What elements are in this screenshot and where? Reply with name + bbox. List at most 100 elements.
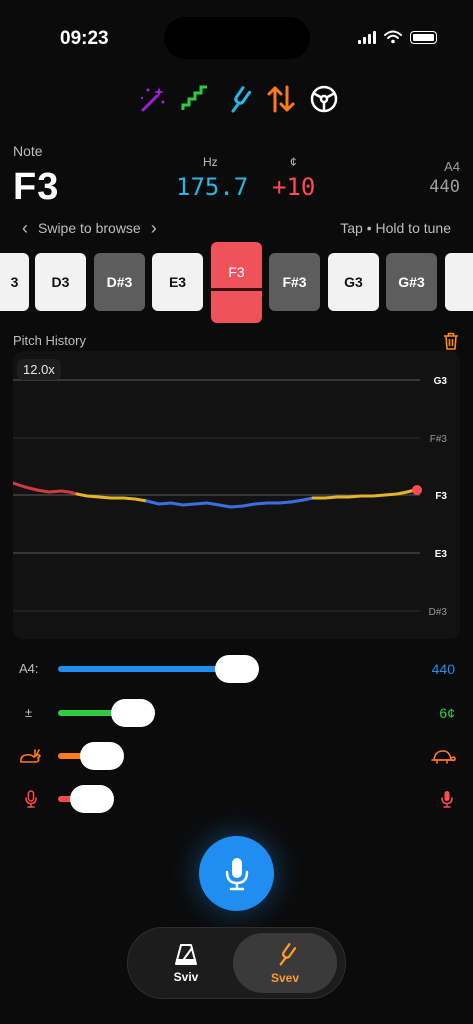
pitch-trace-segment: [85, 494, 101, 499]
pitch-trace-segment: [301, 496, 315, 502]
note-gridline-label: G3: [434, 376, 448, 387]
mic-small-icon: [25, 790, 37, 808]
speed-slider-thumb[interactable]: [80, 742, 124, 770]
note-key-label: F#3: [282, 274, 307, 290]
note-key-label: D#3: [106, 274, 133, 290]
magic-wand-icon: [140, 87, 165, 112]
pitch-trace-segment: [277, 500, 293, 505]
pitch-trace-segment: [169, 501, 185, 507]
record-button[interactable]: [199, 836, 274, 911]
rabbit-icon: [20, 749, 41, 763]
cents-label: ¢: [290, 155, 297, 169]
stairs-icon: [181, 85, 207, 110]
note-key[interactable]: F#3: [269, 253, 320, 311]
pitch-trace-segment: [253, 501, 269, 506]
speed-slider-row: [0, 741, 473, 771]
note-key-selected[interactable]: F3: [211, 242, 262, 323]
frequency-value: 175.7: [176, 173, 249, 201]
chevron-right-icon[interactable]: ›: [151, 219, 157, 237]
pitch-trace-segment: [323, 495, 339, 500]
note-key-label: E3: [168, 274, 187, 290]
tolerance-slider-thumb[interactable]: [111, 699, 155, 727]
pitch-history-title: Pitch History: [13, 333, 86, 348]
note-key-label: F3: [228, 264, 245, 280]
a4-slider-value: 440: [431, 661, 455, 677]
tuning-fork-icon: [279, 943, 297, 966]
sensitivity-slider-thumb[interactable]: [70, 785, 114, 813]
pitch-trace-segment: [289, 498, 305, 504]
pitch-trace-segment: [371, 493, 387, 498]
battery-icon: [410, 30, 437, 44]
note-key[interactable]: E3: [152, 253, 203, 311]
stairs-button[interactable]: [178, 82, 212, 116]
browse-hint: ‹ Swipe to browse ›: [22, 219, 157, 237]
pitch-trace-segment: [35, 488, 51, 494]
mic-small-icon: [441, 791, 453, 808]
tab-sviv[interactable]: Sviv: [134, 933, 238, 993]
cellular-signal-icon: [358, 30, 376, 44]
sensitivity-slider-row: [0, 784, 473, 814]
note-gridline-label: D#3: [429, 607, 448, 618]
note-key-label: G#3: [398, 274, 425, 290]
pitch-trace-segment: [121, 496, 137, 501]
pitch-trace-segment: [97, 495, 113, 500]
tab-svev-label: Svev: [270, 971, 300, 985]
turtle-icon: [431, 750, 456, 764]
tolerance-slider-label: ±: [25, 705, 33, 720]
note-key-label: D3: [51, 274, 70, 290]
a4-slider-track[interactable]: [58, 666, 238, 672]
cents-value: +10: [272, 173, 316, 201]
note-key-label: 3: [10, 274, 19, 290]
swap-arrows-icon: [267, 85, 295, 113]
pitch-trace-segment: [217, 503, 233, 509]
tuning-fork-button[interactable]: [221, 82, 255, 116]
a4-reference-value: 440: [429, 177, 460, 197]
tolerance-slider-value: 6¢: [439, 705, 455, 721]
note-gridline-label: E3: [435, 549, 448, 560]
pitch-history-plot: G3 F#3 F3 E3 D#3: [13, 376, 448, 618]
status-icons: [358, 30, 437, 44]
a4-slider-thumb[interactable]: [215, 655, 259, 683]
tap-hold-hint: Tap • Hold to tune: [340, 220, 451, 236]
a4-slider-row: A4: 440: [0, 654, 473, 684]
tab-bar: Sviv Svev: [127, 927, 346, 999]
note-gridline-label: F#3: [430, 434, 448, 445]
tuning-center-line: [211, 288, 262, 291]
microphone-icon: [225, 857, 248, 890]
zoom-level-badge[interactable]: 12.0x: [17, 359, 61, 380]
pitch-trace-segment: [145, 499, 161, 506]
pitch-trace-segment: [241, 502, 257, 508]
pitch-trace-segment: [133, 497, 149, 503]
status-time: 09:23: [60, 28, 109, 49]
pitch-trace-segment: [395, 490, 409, 496]
tuning-fork-icon: [231, 86, 252, 113]
pitch-trace-segment: [205, 501, 221, 507]
note-key[interactable]: D#3: [94, 253, 145, 311]
pitch-trace-segment: [13, 481, 27, 489]
chevron-left-icon[interactable]: ‹: [22, 219, 28, 237]
tab-sviv-label: Sviv: [173, 970, 199, 984]
pitch-trace-segment: [383, 492, 399, 497]
settings-button[interactable]: [307, 82, 341, 116]
magic-wand-button[interactable]: [135, 82, 169, 116]
trash-icon: [444, 332, 458, 350]
toolbar: [135, 82, 341, 116]
wifi-icon: [384, 30, 402, 44]
pitch-trace-segment: [229, 504, 245, 509]
pitch-trace-segment: [193, 501, 209, 506]
note-key[interactable]: G#3: [386, 253, 437, 311]
note-key[interactable]: G3: [328, 253, 379, 311]
note-key[interactable]: 3: [0, 253, 29, 311]
note-key[interactable]: D3: [35, 253, 86, 311]
note-label: Note: [13, 143, 43, 159]
tolerance-slider-row: ± 6¢: [0, 698, 473, 728]
a4-label: A4: [444, 159, 460, 174]
metronome-icon: [175, 944, 197, 965]
pitch-trace-segment: [347, 494, 363, 499]
note-key[interactable]: [445, 253, 473, 311]
steering-wheel-icon: [310, 85, 338, 113]
tab-svev[interactable]: Svev: [233, 933, 337, 993]
swap-button[interactable]: [264, 82, 298, 116]
current-note: F3: [13, 166, 60, 208]
note-gridline-label: F3: [435, 491, 447, 502]
